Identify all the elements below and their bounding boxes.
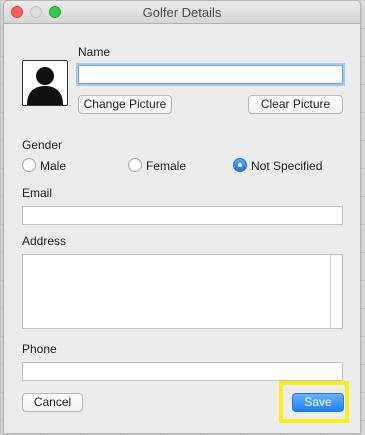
title-bar[interactable]: Golfer Details: [4, 1, 360, 24]
gender-label: Gender: [22, 138, 63, 152]
email-label: Email: [22, 186, 53, 200]
email-field[interactable]: [22, 206, 343, 225]
gender-female-label[interactable]: Female: [146, 159, 186, 173]
avatar-picture: [22, 60, 68, 106]
address-scrollbar[interactable]: [330, 255, 342, 328]
phone-label: Phone: [22, 342, 57, 356]
gender-not-specified-label[interactable]: Not Specified: [251, 159, 322, 173]
change-picture-button[interactable]: Change Picture: [78, 95, 172, 114]
name-label: Name: [78, 45, 111, 59]
name-input[interactable]: [79, 66, 342, 84]
address-textarea[interactable]: [22, 254, 343, 329]
clear-picture-button[interactable]: Clear Picture: [248, 95, 343, 114]
cancel-button[interactable]: Cancel: [22, 393, 83, 412]
phone-field[interactable]: [22, 362, 343, 381]
gender-male-label[interactable]: Male: [40, 159, 66, 173]
phone-input[interactable]: [23, 363, 342, 381]
email-input[interactable]: [23, 207, 342, 225]
gender-not-specified-radio[interactable]: [233, 158, 247, 172]
gender-female-radio[interactable]: [128, 158, 142, 172]
window-title: Golfer Details: [142, 5, 222, 20]
person-silhouette-icon: [23, 61, 67, 105]
gender-male-radio[interactable]: [22, 158, 36, 172]
name-field[interactable]: [78, 65, 343, 84]
address-label: Address: [22, 234, 67, 248]
golfer-details-window: Golfer Details Name Change Picture Clear…: [3, 0, 361, 434]
save-button-highlight: [279, 381, 349, 423]
